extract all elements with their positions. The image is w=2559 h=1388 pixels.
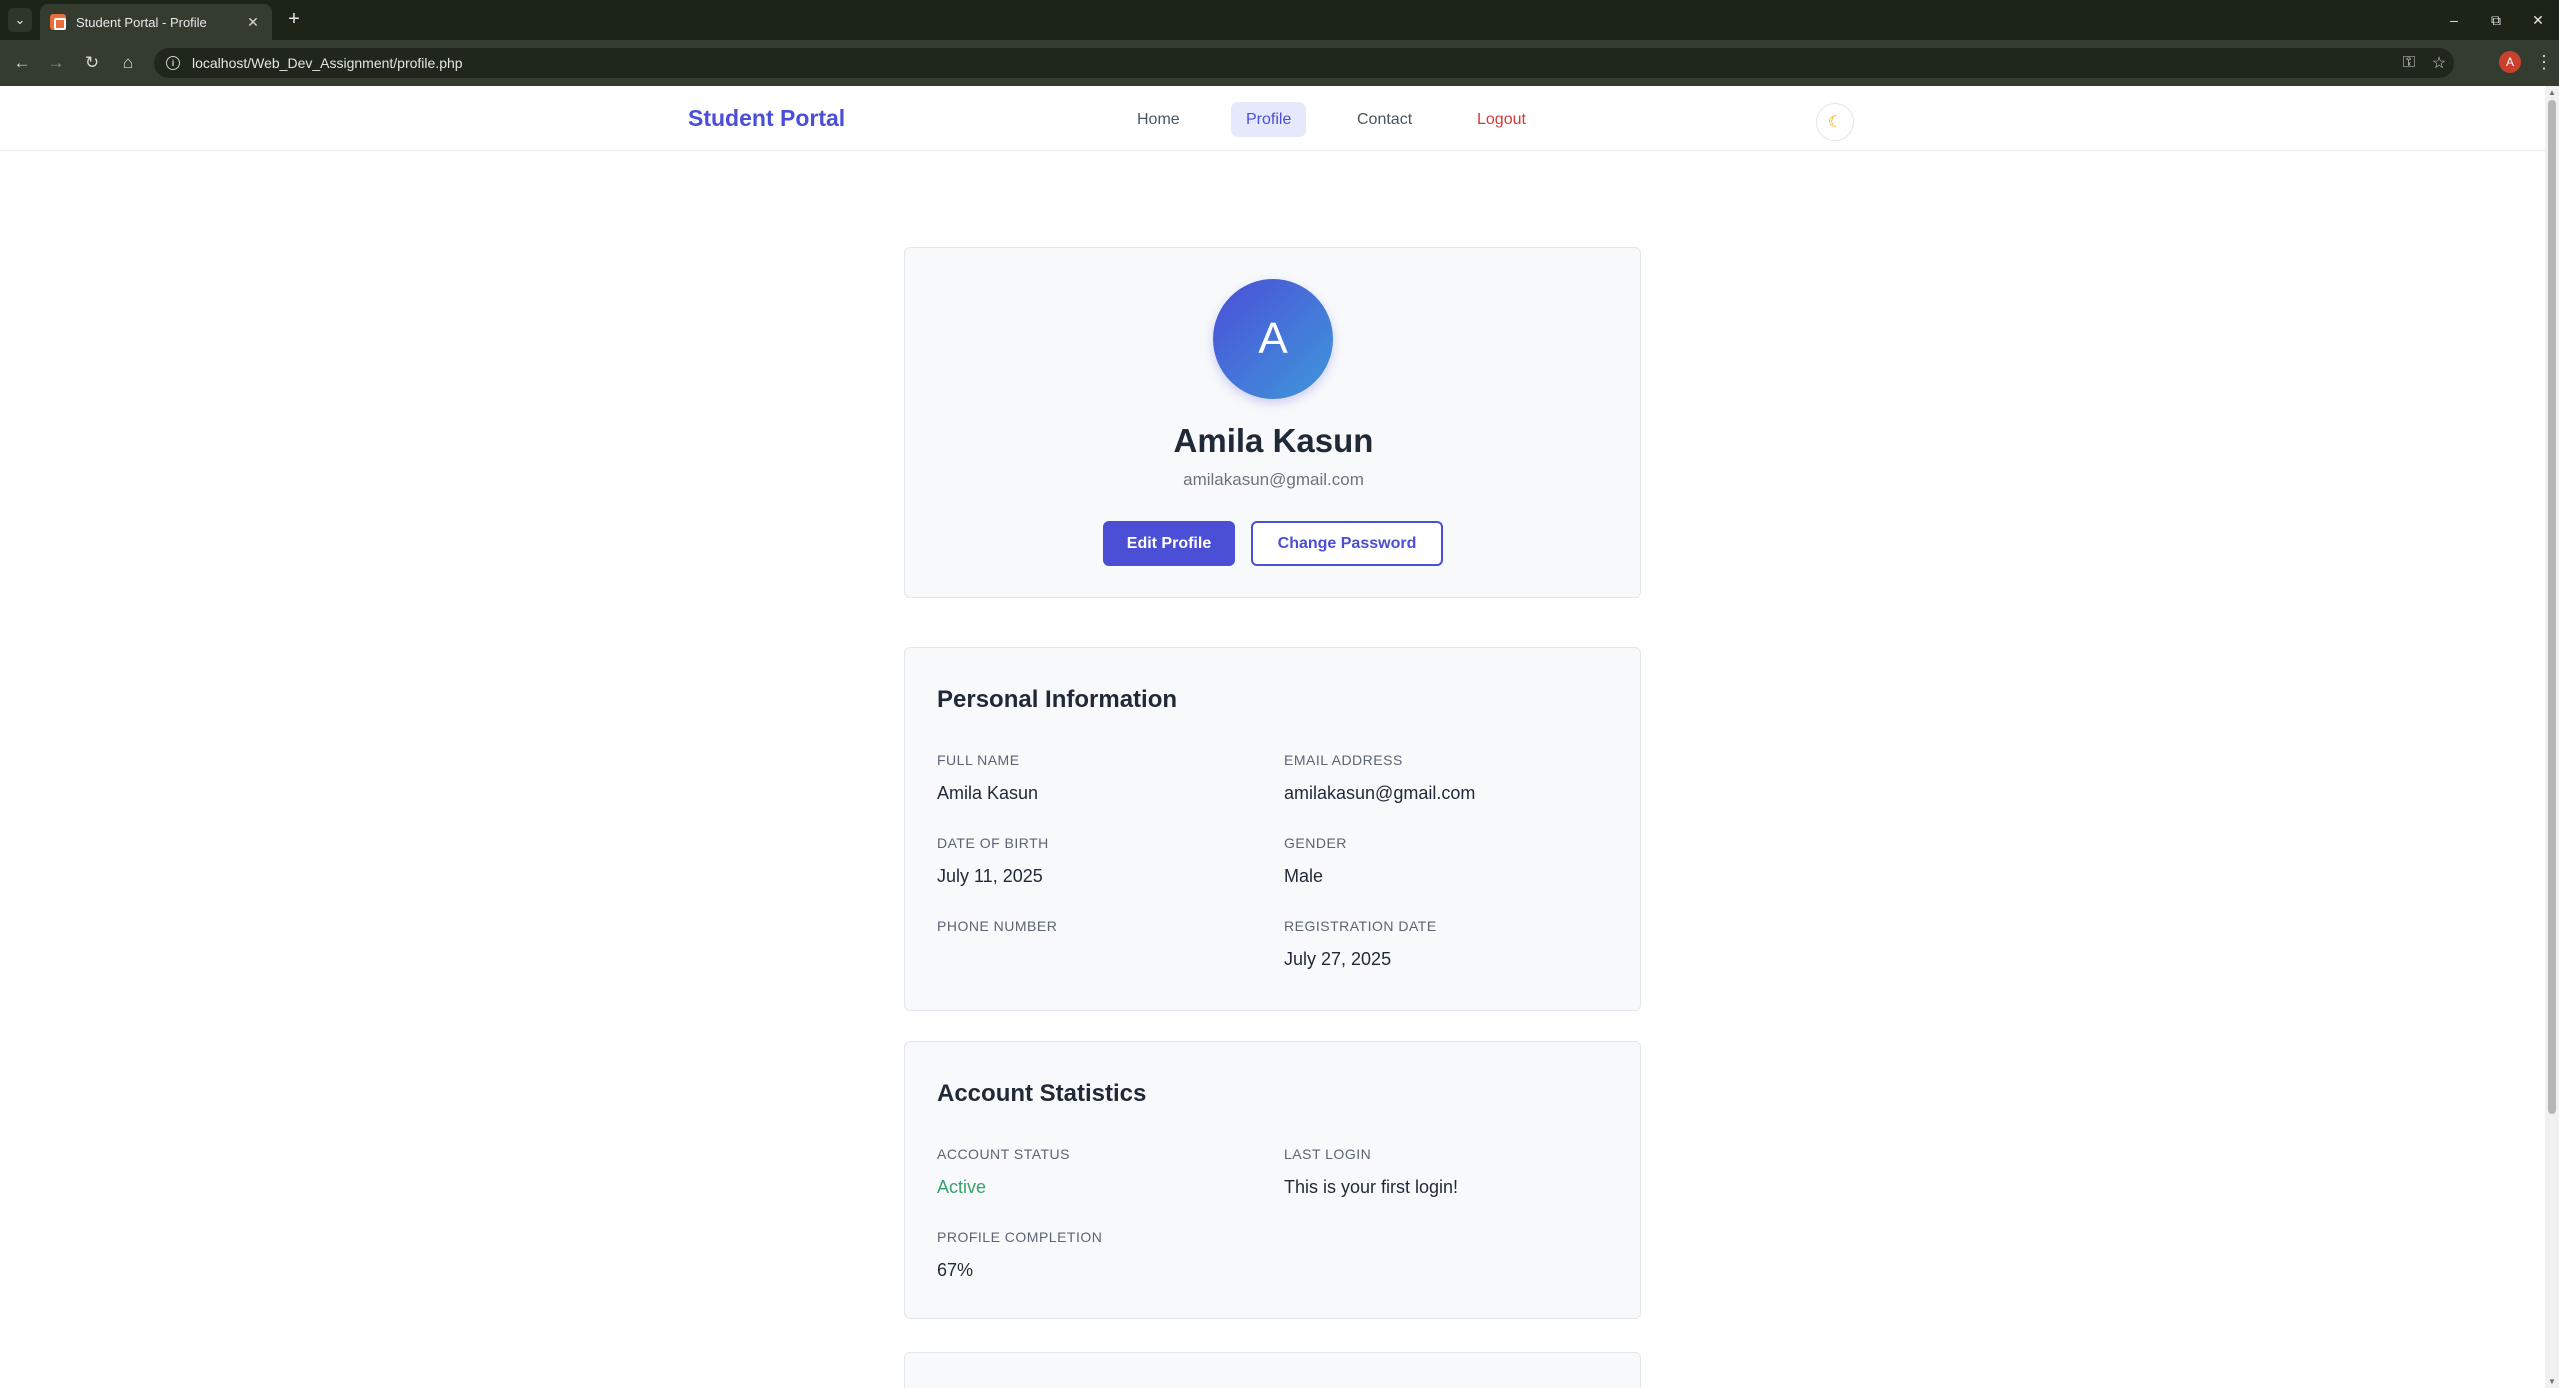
minimize-icon[interactable]: – bbox=[2433, 0, 2475, 40]
tab-title: Student Portal - Profile bbox=[76, 14, 207, 30]
browser-profile-avatar[interactable]: A bbox=[2499, 51, 2521, 73]
nav-link-contact[interactable]: Contact bbox=[1342, 102, 1427, 137]
personal-information-card: Personal Information FULL NAME Amila Kas… bbox=[904, 647, 1641, 1011]
field-label-full-name: FULL NAME bbox=[937, 752, 1020, 768]
nav-link-logout[interactable]: Logout bbox=[1462, 102, 1541, 137]
new-tab-button[interactable]: + bbox=[282, 8, 306, 32]
address-bar[interactable]: i localhost/Web_Dev_Assignment/profile.p… bbox=[154, 48, 2454, 78]
field-label-dob: DATE OF BIRTH bbox=[937, 835, 1049, 851]
field-label-last-login: LAST LOGIN bbox=[1284, 1146, 1372, 1162]
page-scrollbar[interactable]: ▲ ▼ bbox=[2545, 86, 2559, 1388]
profile-email: amilakasun@gmail.com bbox=[1183, 470, 1364, 489]
field-value-full-name: Amila Kasun bbox=[937, 783, 1039, 803]
next-section-card bbox=[904, 1352, 1641, 1388]
back-icon[interactable]: ← bbox=[10, 51, 34, 75]
browser-toolbar: ← → ↻ ⌂ i localhost/Web_Dev_Assignment/p… bbox=[0, 40, 2559, 86]
scroll-down-icon[interactable]: ▼ bbox=[2547, 1377, 2557, 1386]
reload-icon[interactable]: ↻ bbox=[80, 51, 104, 75]
url-text: localhost/Web_Dev_Assignment/profile.php bbox=[192, 55, 463, 71]
field-label-gender: GENDER bbox=[1284, 835, 1347, 851]
home-icon[interactable]: ⌂ bbox=[116, 51, 140, 75]
change-password-button[interactable]: Change Password bbox=[1251, 521, 1443, 566]
scroll-up-icon[interactable]: ▲ bbox=[2547, 88, 2557, 97]
omnibox-actions: ⚿ ☆ bbox=[2394, 48, 2454, 78]
browser-tab-active[interactable]: Student Portal - Profile ✕ bbox=[40, 4, 272, 40]
field-value-registration-date: July 27, 2025 bbox=[1284, 949, 1392, 969]
window-controls: – ⧉ ✕ bbox=[2433, 0, 2559, 40]
toolbar-right: A ⋮ bbox=[2499, 51, 2553, 73]
nav-link-home[interactable]: Home bbox=[1122, 102, 1195, 137]
restore-icon[interactable]: ⧉ bbox=[2475, 0, 2517, 40]
field-value-email: amilakasun@gmail.com bbox=[1284, 783, 1476, 803]
bookmark-star-icon[interactable]: ☆ bbox=[2424, 53, 2454, 73]
site-info-icon[interactable]: i bbox=[166, 56, 180, 70]
profile-name: Amila Kasun bbox=[1173, 422, 1374, 459]
field-label-account-status: ACCOUNT STATUS bbox=[937, 1146, 1071, 1162]
status-badge: Active bbox=[937, 1177, 987, 1197]
field-value-profile-completion: 67% bbox=[937, 1260, 974, 1280]
brand-logo-text[interactable]: Student Portal bbox=[688, 105, 845, 132]
field-label-email: EMAIL ADDRESS bbox=[1284, 752, 1403, 768]
field-value-dob: July 11, 2025 bbox=[937, 866, 1043, 886]
edit-profile-button[interactable]: Edit Profile bbox=[1103, 521, 1235, 566]
forward-icon[interactable]: → bbox=[44, 51, 68, 75]
theme-toggle-button[interactable]: ☾ bbox=[1816, 103, 1854, 141]
avatar: A bbox=[1213, 279, 1333, 399]
page-viewport: Student Portal Home Profile Contact Logo… bbox=[0, 86, 2545, 1388]
field-label-registration-date: REGISTRATION DATE bbox=[1284, 918, 1437, 934]
close-window-icon[interactable]: ✕ bbox=[2517, 0, 2559, 40]
browser-menu-icon[interactable]: ⋮ bbox=[2535, 52, 2553, 73]
tab-list-button[interactable]: ⌄ bbox=[8, 8, 32, 32]
profile-header-card: A Amila Kasun amilakasun@gmail.com Edit … bbox=[904, 247, 1641, 598]
password-key-icon[interactable]: ⚿ bbox=[2394, 54, 2424, 72]
browser-tab-bar: ⌄ Student Portal - Profile ✕ + – ⧉ ✕ bbox=[0, 0, 2559, 40]
scrollbar-thumb[interactable] bbox=[2548, 100, 2556, 1114]
site-favicon-icon bbox=[50, 14, 66, 30]
nav-link-profile[interactable]: Profile bbox=[1231, 102, 1307, 137]
field-value-last-login: This is your first login! bbox=[1284, 1177, 1459, 1197]
section-title: Personal Information bbox=[937, 686, 1178, 713]
section-title: Account Statistics bbox=[937, 1080, 1147, 1107]
field-label-profile-completion: PROFILE COMPLETION bbox=[937, 1229, 1103, 1245]
tab-close-icon[interactable]: ✕ bbox=[244, 14, 262, 31]
moon-icon: ☾ bbox=[1827, 114, 1843, 131]
field-value-gender: Male bbox=[1284, 866, 1324, 886]
account-statistics-card: Account Statistics ACCOUNT STATUS Active… bbox=[904, 1041, 1641, 1319]
site-navbar: Student Portal Home Profile Contact Logo… bbox=[0, 86, 2545, 151]
field-label-phone: PHONE NUMBER bbox=[937, 918, 1058, 934]
